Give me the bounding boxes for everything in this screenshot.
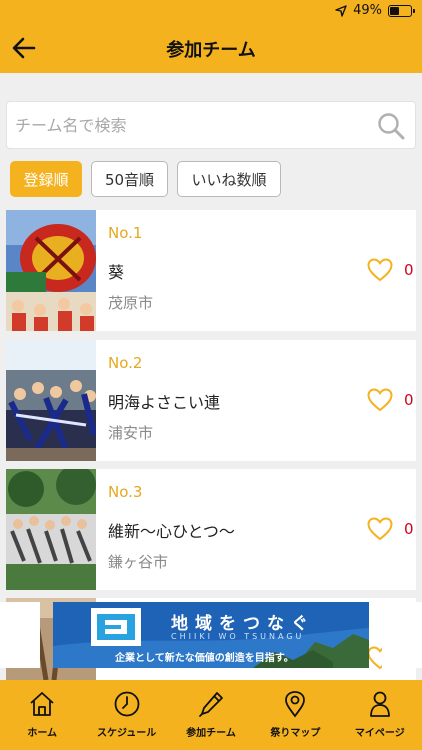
status-right: 49% [335, 3, 415, 18]
home-icon [30, 692, 54, 716]
team-city: 茂原市 [108, 294, 154, 312]
team-number: No.2 [108, 354, 143, 372]
status-bar: 49% [0, 0, 422, 23]
battery-fill [390, 6, 400, 15]
nav-bar: 参加チーム [0, 23, 422, 73]
team-card[interactable]: No.3 維新〜心ひとつ〜 鎌ヶ谷市 0 [6, 469, 416, 590]
heart-icon[interactable] [367, 258, 393, 282]
ad-tagline: 企業として新たな価値の創造を目指す。 [115, 653, 294, 664]
tab-map[interactable]: 祭りマップ [253, 680, 337, 750]
like-count: 0 [404, 391, 414, 409]
sort-registration-button[interactable]: 登録順 [10, 161, 82, 197]
tab-home[interactable]: ホーム [0, 680, 84, 750]
team-name: 葵 [108, 263, 125, 282]
sort-options: 登録順 50音順 いいね数順 [10, 161, 281, 197]
ad-margin-right [382, 602, 422, 668]
tab-mypage-label: マイページ [354, 728, 405, 739]
team-number: No.3 [108, 483, 143, 501]
team-card[interactable]: No.2 明海よさこい連 浦安市 0 [6, 340, 416, 461]
sort-alphabetical-button[interactable]: 50音順 [91, 161, 168, 197]
map-pin-icon [285, 691, 306, 718]
tab-schedule[interactable]: スケジュール [84, 680, 168, 750]
pen-icon [199, 692, 223, 717]
team-name: 明海よさこい連 [108, 393, 221, 412]
team-name: 維新〜心ひとつ〜 [108, 522, 235, 541]
tab-map-label: 祭りマップ [270, 728, 321, 739]
tab-mypage[interactable]: マイページ [338, 680, 422, 750]
like-count: 0 [404, 261, 414, 279]
like-count: 0 [404, 520, 414, 538]
battery-percent: 49% [353, 3, 382, 18]
ad-logo [91, 608, 141, 646]
heart-icon[interactable] [367, 517, 393, 541]
ad-title: 地域をつなぐ [171, 614, 315, 634]
ad-subtitle: CHIIKI WO TSUNAGU [171, 632, 305, 641]
team-city: 浦安市 [108, 424, 154, 442]
ad-banner-area: 地域をつなぐ CHIIKI WO TSUNAGU 企業として新たな価値の創造を目… [0, 602, 422, 668]
heart-icon[interactable] [367, 388, 393, 412]
person-icon [369, 691, 390, 717]
team-photo [6, 340, 96, 461]
team-photo [6, 469, 96, 590]
location-arrow-icon [335, 4, 347, 17]
ad-banner[interactable]: 地域をつなぐ CHIIKI WO TSUNAGU 企業として新たな価値の創造を目… [53, 602, 369, 668]
team-number: No.1 [108, 224, 143, 242]
search-icon[interactable] [377, 112, 405, 140]
team-photo [6, 210, 96, 331]
clock-icon [114, 691, 140, 717]
search-input[interactable] [15, 102, 365, 148]
tab-home-label: ホーム [27, 728, 58, 739]
team-card[interactable]: No.1 葵 茂原市 0 [6, 210, 416, 331]
tab-teams[interactable]: 参加チーム [169, 680, 253, 750]
team-city: 鎌ヶ谷市 [108, 553, 169, 571]
tab-teams-label: 参加チーム [186, 728, 236, 739]
search-box [6, 101, 416, 149]
battery-icon [388, 4, 415, 17]
sort-likes-button[interactable]: いいね数順 [177, 161, 281, 197]
page-title: 参加チーム [166, 40, 256, 61]
tab-bar: ホーム スケジュール 参加チーム 祭りマップ マイページ [0, 680, 422, 750]
ad-margin-left [0, 602, 40, 668]
tab-schedule-label: スケジュール [96, 728, 157, 739]
